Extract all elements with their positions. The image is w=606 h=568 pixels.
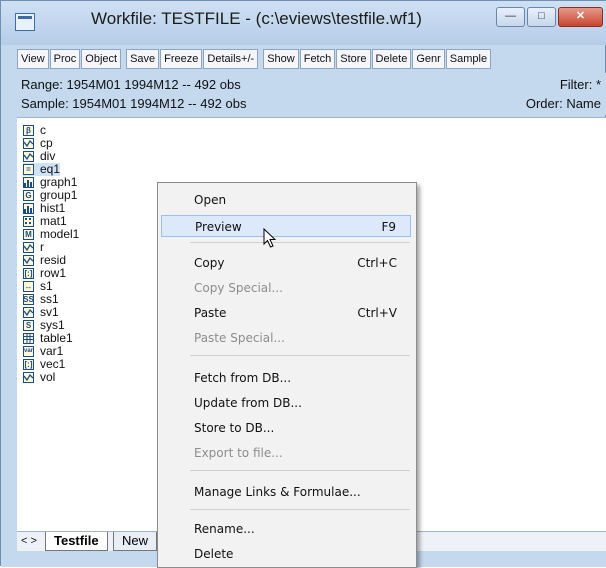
menu-item-update-from-db[interactable]: Update from DB...	[161, 392, 411, 414]
menu-item-label: Copy	[194, 256, 225, 270]
menu-item-label: Open	[194, 193, 227, 207]
menu-item-label: Paste	[194, 306, 227, 320]
menu-item-label: Paste Special...	[194, 331, 285, 345]
toolbar-save-button[interactable]: Save	[126, 49, 160, 69]
menu-item-paste-special[interactable]: Paste Special...	[161, 327, 411, 349]
menu-item-store-to-db[interactable]: Store to DB...	[161, 417, 411, 439]
series-icon	[23, 242, 34, 253]
var-icon: var	[23, 346, 34, 357]
menu-item-open[interactable]: Open	[161, 189, 411, 211]
graph-icon	[23, 203, 34, 214]
series-icon	[23, 372, 34, 383]
menu-item-shortcut: F9	[381, 220, 396, 234]
context-menu: Open Preview F9 Copy Ctrl+C Copy Special..…	[157, 182, 417, 568]
maximize-button[interactable]: □	[527, 7, 556, 27]
series-icon	[23, 151, 34, 162]
menu-separator	[190, 242, 410, 243]
tab-new-page[interactable]: New	[113, 532, 158, 551]
sample-text: Sample: 1954M01 1994M12 -- 492 obs	[21, 96, 247, 111]
vector-icon: [:]	[23, 359, 34, 370]
toolbar-freeze-button[interactable]: Freeze	[160, 49, 203, 69]
mouse-cursor-icon	[263, 228, 277, 248]
object-name: vol	[40, 370, 56, 384]
menu-item-label: Update from DB...	[194, 396, 302, 410]
menu-item-label: Manage Links & Formulae...	[194, 485, 361, 499]
menu-item-shortcut: Ctrl+C	[357, 256, 397, 270]
sample-icon: ↔	[23, 281, 34, 292]
equation-icon: =	[23, 164, 34, 175]
order-text: Order: Name	[525, 96, 601, 111]
menu-item-paste[interactable]: Paste Ctrl+V	[161, 302, 411, 324]
menu-item-label: Export to file...	[194, 446, 283, 460]
workfile-toolbar: View Proc Object Save Freeze Details+/- …	[17, 49, 492, 69]
group-icon: G	[23, 190, 34, 201]
toolbar-show-button[interactable]: Show	[263, 49, 299, 69]
tab-scroll-arrows[interactable]: < >	[21, 535, 37, 547]
menu-item-label: Preview	[195, 220, 242, 234]
menu-item-label: Fetch from DB...	[194, 371, 292, 385]
menu-separator	[190, 509, 410, 510]
toolbar-object-button[interactable]: Object	[81, 49, 122, 69]
tab-testfile[interactable]: Testfile	[45, 532, 108, 551]
title-bar[interactable]: Workfile: TESTFILE - (c:\eviews\testfile…	[1, 1, 606, 45]
menu-item-manage-links[interactable]: Manage Links & Formulae...	[161, 481, 411, 503]
model-icon: M	[23, 229, 34, 240]
toolbar-store-button[interactable]: Store	[336, 49, 371, 69]
menu-item-rename[interactable]: Rename...	[161, 518, 411, 540]
toolbar-view-button[interactable]: View	[17, 49, 49, 69]
menu-item-label: Rename...	[194, 522, 255, 536]
sspace-icon: SS	[23, 294, 34, 305]
menu-item-export-to-file[interactable]: Export to file...	[161, 442, 411, 464]
rowvector-icon: [:]	[23, 268, 34, 279]
menu-item-copy-special[interactable]: Copy Special...	[161, 277, 411, 299]
object-item-vol[interactable]: vol	[23, 371, 55, 384]
table-icon	[23, 333, 34, 344]
toolbar-genr-button[interactable]: Genr	[412, 49, 445, 69]
series-icon	[23, 307, 34, 318]
minimize-button[interactable]: —	[496, 7, 525, 27]
range-text: Range: 1954M01 1994M12 -- 492 obs	[21, 77, 241, 92]
toolbar-details-button[interactable]: Details+/-	[203, 49, 259, 69]
graph-icon	[23, 177, 34, 188]
menu-item-fetch-from-db[interactable]: Fetch from DB...	[161, 367, 411, 389]
system-icon: S	[23, 320, 34, 331]
object-item-model1[interactable]: Mmodel1	[23, 228, 79, 241]
window-title: Workfile: TESTFILE - (c:\eviews\testfile…	[91, 9, 422, 28]
menu-item-shortcut: Ctrl+V	[357, 306, 397, 320]
close-button[interactable]: ✕	[558, 7, 603, 27]
toolbar-fetch-button[interactable]: Fetch	[299, 49, 336, 69]
series-icon	[23, 255, 34, 266]
menu-item-copy[interactable]: Copy Ctrl+C	[161, 252, 411, 274]
workfile-info-bar: Range: 1954M01 1994M12 -- 492 obs Filter…	[17, 73, 606, 115]
menu-item-delete[interactable]: Delete	[161, 543, 411, 565]
coef-icon: β	[23, 125, 34, 136]
menu-item-preview[interactable]: Preview F9	[161, 215, 411, 237]
series-icon	[23, 138, 34, 149]
toolbar-sample-button[interactable]: Sample	[445, 49, 492, 69]
matrix-icon	[23, 216, 34, 227]
menu-separator	[190, 355, 410, 356]
toolbar-proc-button[interactable]: Proc	[49, 49, 81, 69]
menu-item-label: Delete	[194, 547, 234, 561]
menu-item-label: Copy Special...	[194, 281, 283, 295]
menu-separator	[190, 470, 410, 471]
workfile-app-icon	[15, 13, 35, 31]
object-name: model1	[40, 227, 80, 241]
menu-item-label: Store to DB...	[194, 421, 275, 435]
filter-text: Filter: *	[559, 77, 601, 92]
toolbar-delete-button[interactable]: Delete	[371, 49, 412, 69]
